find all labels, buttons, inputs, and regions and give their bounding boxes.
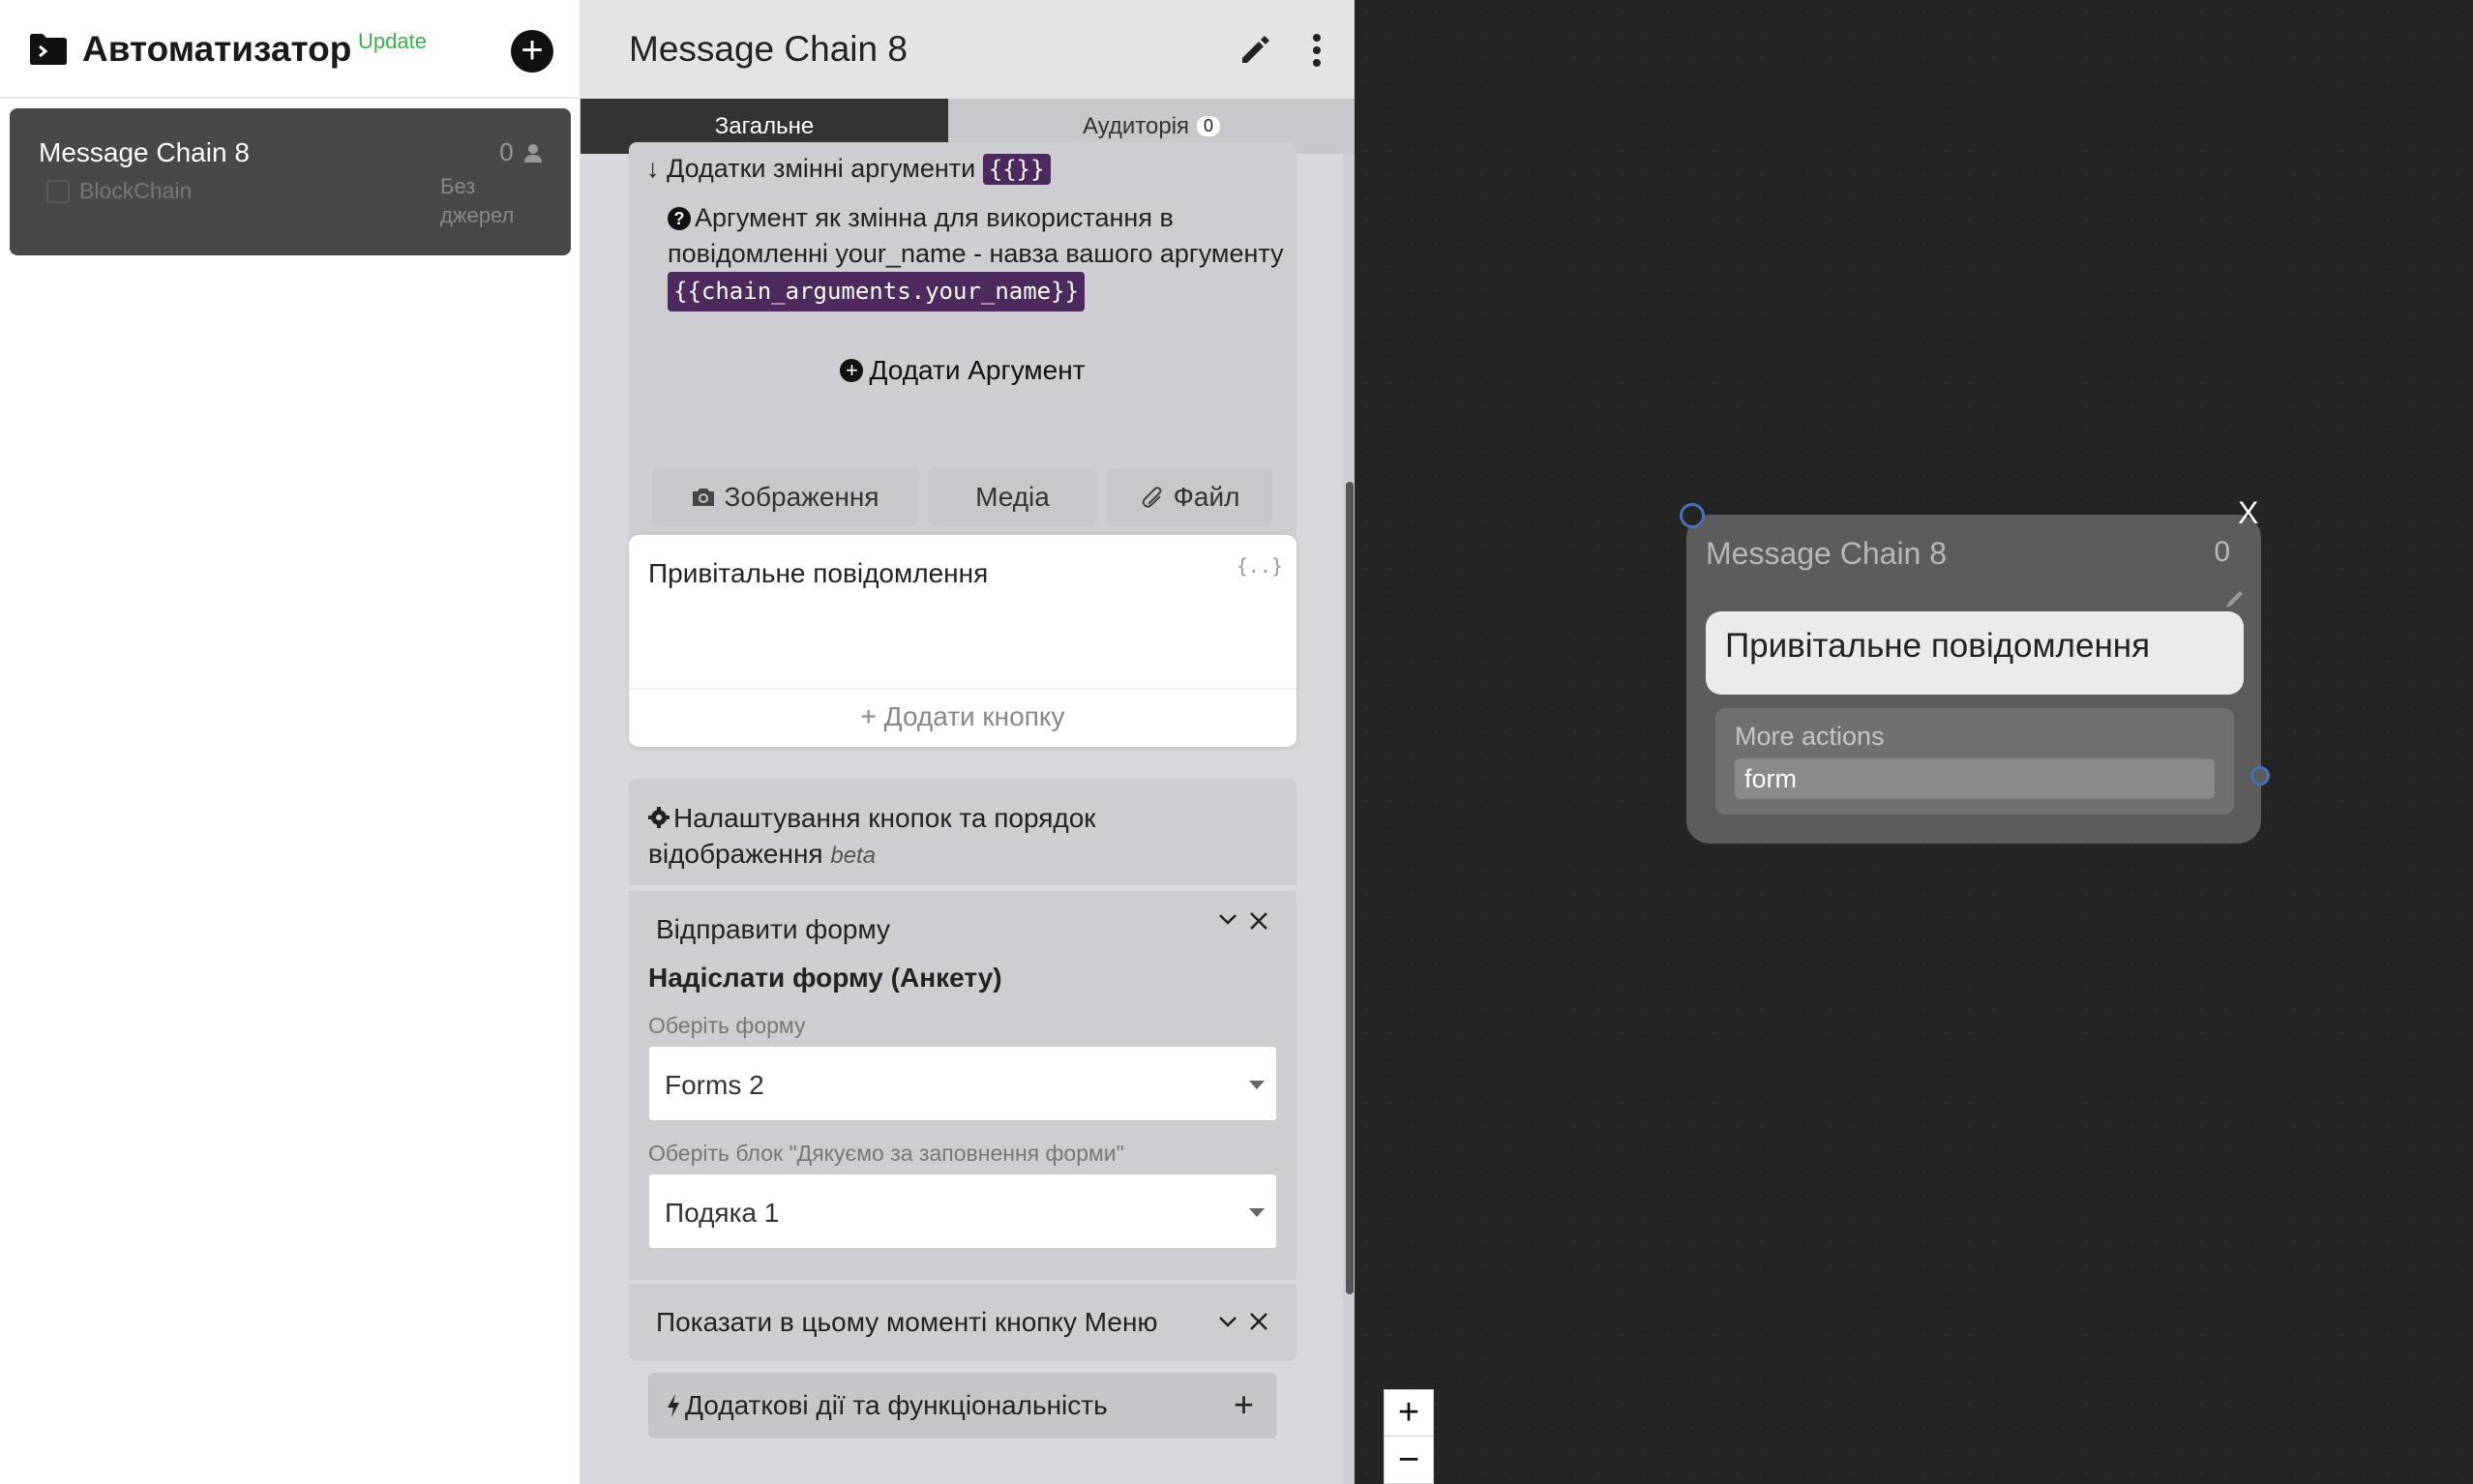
thanks-select-value: Подяка 1: [665, 1198, 780, 1228]
scrollbar-thumb[interactable]: [1346, 482, 1354, 1294]
plus-circle-icon: +: [840, 359, 864, 382]
chain-checkbox[interactable]: [46, 180, 70, 203]
flow-canvas[interactable]: Message Chain 8 0 Привітальне повідомлен…: [1355, 0, 2473, 1484]
node-message-text: Привітальне повідомлення: [1725, 627, 2151, 665]
button-settings-label: Налаштування кнопок та порядок відображе…: [648, 803, 1096, 869]
chain-subscriber-count: 0: [499, 137, 542, 167]
arguments-help: ? Аргумент як змінна для використання в п…: [668, 200, 1287, 312]
panel-header: Message Chain 8: [581, 0, 1355, 99]
question-icon: ?: [668, 207, 691, 230]
zoom-out-button[interactable]: −: [1385, 1438, 1433, 1484]
form-select-label: Оберіть форму: [648, 1013, 806, 1038]
chain-node[interactable]: Message Chain 8 0 Привітальне повідомлен…: [1686, 515, 2261, 844]
form-select-value: Forms 2: [665, 1070, 764, 1100]
close-icon[interactable]: [1248, 910, 1269, 932]
argument-code-example: {{chain_arguments.your_name}}: [668, 272, 1086, 312]
more-actions-label: More actions: [1735, 722, 1885, 751]
gear-icon: [648, 807, 670, 828]
send-form-subtitle: Надіслати форму (Анкету): [648, 963, 1002, 993]
show-menu-title: Показати в цьому моменті кнопку Меню: [656, 1307, 1158, 1337]
dropdown-arrow-icon: [1249, 1208, 1265, 1217]
chevron-down-icon[interactable]: [1217, 912, 1238, 926]
zoom-in-button[interactable]: +: [1385, 1390, 1433, 1437]
edit-icon[interactable]: [2224, 588, 2246, 609]
folder-terminal-icon: [30, 34, 67, 65]
beta-label: beta: [830, 843, 877, 869]
add-chain-button[interactable]: +: [511, 30, 553, 73]
dropdown-arrow-icon: [1249, 1081, 1265, 1089]
thanks-select-label: Оберіть блок "Дякуємо за заповнення форм…: [648, 1141, 1124, 1166]
form-select[interactable]: Forms 2: [648, 1046, 1277, 1121]
close-icon[interactable]: [1248, 1311, 1269, 1332]
paperclip-icon: [1142, 487, 1162, 508]
app-title: Автоматизатор: [82, 29, 352, 69]
audience-count-badge: 0: [1197, 116, 1221, 136]
message-editor[interactable]: Привітальне повідомлення {..} + Додати к…: [629, 535, 1296, 747]
divider: [629, 688, 1296, 690]
chain-source: Без джерел: [440, 174, 515, 227]
chain-editor-panel: Message Chain 8 Загальне Аудиторія 0 ↓ Д…: [581, 0, 1355, 1484]
panel-scroll-area[interactable]: ↓ Додатки змінні аргументи {{}} ? Аргумен…: [581, 142, 1343, 1484]
camera-icon: [693, 489, 715, 506]
send-form-action: Відправити форму Надіслати форму (Анкету…: [629, 891, 1296, 1280]
node-input-handle[interactable]: [1680, 503, 1705, 528]
more-menu-icon[interactable]: [1311, 33, 1323, 68]
pencil-icon[interactable]: [1238, 33, 1271, 66]
add-button-link[interactable]: + Додати кнопку: [629, 701, 1296, 732]
chains-sidebar: Автоматизатор Update + Message Chain 8 0…: [0, 0, 581, 1484]
add-file-button[interactable]: Файл: [1107, 468, 1273, 526]
panel-title: Message Chain 8: [629, 29, 908, 69]
add-media-button[interactable]: Медіа: [928, 468, 1097, 526]
node-count: 0: [2214, 536, 2230, 568]
node-output-handle[interactable]: [2250, 766, 2270, 786]
button-settings-section[interactable]: Налаштування кнопок та порядок відображе…: [629, 779, 1296, 885]
node-message[interactable]: Привітальне повідомлення: [1706, 611, 2244, 695]
chain-list-item[interactable]: Message Chain 8 0 BlockChain Без джерел: [10, 108, 571, 255]
node-close-button[interactable]: X: [2238, 495, 2258, 531]
add-image-button[interactable]: Зображення: [652, 468, 918, 526]
arguments-header[interactable]: ↓ Додатки змінні аргументи {{}}: [646, 154, 1051, 185]
arguments-section: ↓ Додатки змінні аргументи {{}} ? Аргумен…: [629, 142, 1296, 603]
chain-name: Message Chain 8: [39, 137, 250, 167]
plus-icon: +: [1233, 1384, 1254, 1424]
media-buttons: Зображення Медіа Файл: [652, 468, 1273, 526]
node-action-text: form: [1744, 764, 1797, 793]
message-text[interactable]: Привітальне повідомлення: [648, 558, 988, 589]
show-menu-action: Показати в цьому моменті кнопку Меню: [629, 1284, 1296, 1361]
zoom-controls: + −: [1384, 1389, 1434, 1484]
thanks-block-select[interactable]: Подяка 1: [648, 1173, 1277, 1249]
extra-actions-button[interactable]: Додаткові дії та функціональність +: [648, 1373, 1277, 1439]
update-link[interactable]: Update: [358, 29, 427, 54]
node-action-item[interactable]: form: [1735, 758, 2215, 799]
chevron-down-icon[interactable]: [1217, 1315, 1238, 1328]
node-more-actions: More actions form: [1715, 708, 2234, 815]
extra-actions-label: Додаткові дії та функціональність: [666, 1390, 1108, 1421]
node-title: Message Chain 8: [1706, 536, 1948, 571]
variables-button[interactable]: {..}: [1236, 554, 1283, 578]
add-argument-button[interactable]: + Додати Аргумент: [629, 355, 1296, 386]
user-icon: [524, 144, 542, 163]
chain-type: BlockChain: [79, 178, 193, 203]
sidebar-header: Автоматизатор Update +: [0, 0, 581, 99]
lightning-icon: [668, 1394, 679, 1417]
send-form-title: Відправити форму: [656, 914, 891, 944]
